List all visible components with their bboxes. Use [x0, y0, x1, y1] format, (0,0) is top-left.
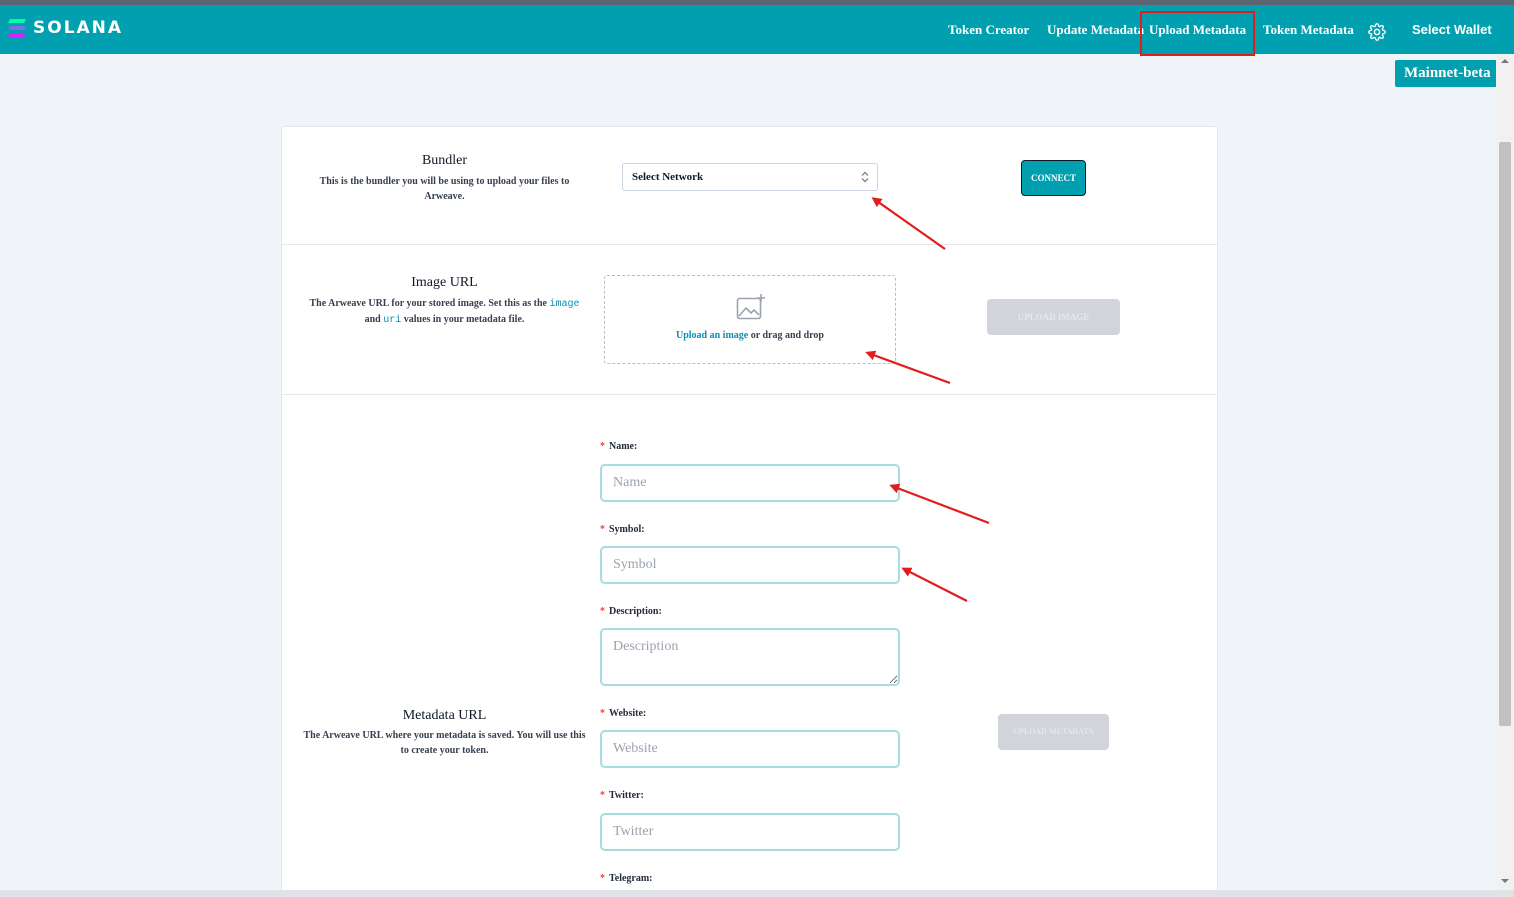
metadata-url-title: Metadata URL — [402, 708, 487, 723]
image-dropzone[interactable]: Upload an image or drag and drop — [604, 275, 896, 364]
select-wallet-button[interactable]: Select Wallet — [1412, 22, 1492, 37]
upload-image-button[interactable]: UPLOAD IMAGE — [987, 299, 1120, 335]
telegram-label: * Telegram: — [600, 873, 653, 884]
section-divider — [282, 394, 1217, 395]
solana-logo[interactable]: SOLANA — [8, 18, 124, 38]
nav-update-metadata[interactable]: Update Metadata — [1047, 22, 1144, 38]
symbol-label: * Symbol: — [600, 524, 645, 535]
description-input[interactable] — [600, 628, 900, 686]
nav-token-creator[interactable]: Token Creator — [948, 22, 1029, 38]
name-input[interactable] — [600, 464, 900, 502]
name-label: * Name: — [600, 441, 638, 452]
website-label: * Website: — [600, 708, 647, 719]
metadata-url-description: The Arweave URL where your metadata is s… — [303, 730, 586, 756]
bundler-description: This is the bundler you will be using to… — [319, 176, 570, 202]
window-bottom-border — [0, 890, 1514, 897]
upload-metadata-button[interactable]: UPLOAD METADATA — [998, 714, 1109, 750]
code-image: image — [549, 299, 580, 310]
twitter-input[interactable] — [600, 813, 900, 851]
code-uri: uri — [383, 315, 402, 326]
add-image-icon — [736, 294, 765, 320]
network-label: Mainnet-beta — [1404, 65, 1491, 81]
website-input[interactable] — [600, 730, 900, 768]
image-url-title: Image URL — [411, 275, 478, 290]
nav-token-metadata[interactable]: Token Metadata — [1263, 22, 1354, 38]
scroll-down-arrow-icon[interactable] — [1499, 876, 1511, 886]
nav-highlight-annotation — [1140, 11, 1255, 56]
connect-button[interactable]: CONNECT — [1021, 160, 1086, 196]
upload-image-link[interactable]: Upload an image — [676, 330, 748, 341]
solana-logo-icon — [8, 19, 26, 37]
navbar: SOLANA Token Creator Update Metadata Upl… — [0, 5, 1514, 56]
scroll-up-arrow-icon[interactable] — [1499, 56, 1511, 66]
scrollbar-thumb[interactable] — [1499, 142, 1511, 726]
dropzone-text: Upload an image or drag and drop — [676, 330, 824, 341]
upload-metadata-card: Bundler This is the bundler you will be … — [281, 126, 1218, 896]
symbol-input[interactable] — [600, 546, 900, 584]
gear-icon[interactable] — [1368, 23, 1386, 41]
network-select[interactable]: Select Network — [622, 163, 878, 191]
network-select-value: Select Network — [632, 171, 704, 183]
description-label: * Description: — [600, 606, 662, 617]
select-arrows-icon — [861, 171, 869, 183]
logo-text: SOLANA — [33, 18, 124, 38]
image-url-description: The Arweave URL for your stored image. S… — [309, 298, 580, 326]
twitter-label: * Twitter: — [600, 790, 644, 801]
section-divider — [282, 244, 1217, 245]
bundler-title: Bundler — [421, 153, 468, 168]
